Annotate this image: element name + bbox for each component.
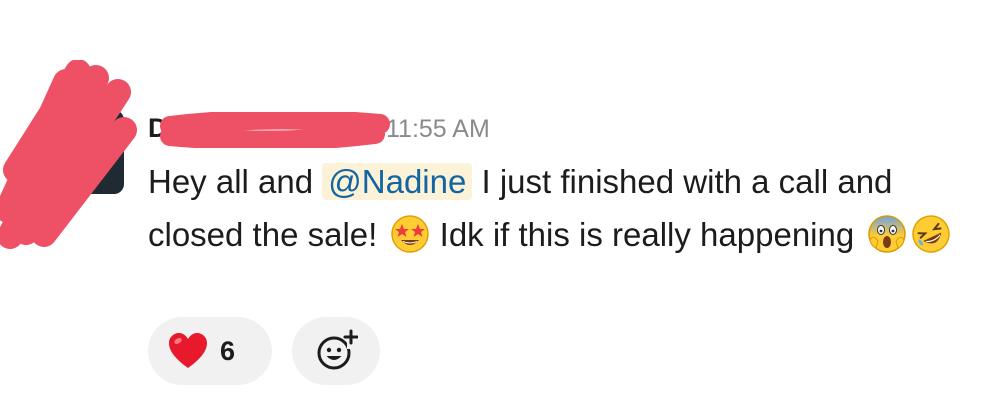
reaction-count: 6 <box>220 335 236 366</box>
add-reaction-button[interactable] <box>292 317 380 385</box>
message-text: Idk if this is really happening <box>430 216 864 253</box>
user-mention[interactable]: @Nadine <box>322 163 473 200</box>
message-timestamp[interactable]: 11:55 AM <box>386 115 490 144</box>
face-screaming-in-fear-icon <box>868 215 907 253</box>
heart-icon <box>169 333 207 368</box>
redaction-mark <box>0 60 137 249</box>
redaction-mark <box>160 112 390 148</box>
reaction-heart[interactable]: 6 <box>148 317 272 385</box>
rolling-on-the-floor-laughing-icon <box>912 215 951 253</box>
star-struck-icon <box>391 215 430 253</box>
message-body: Hey all and @Nadine I just finished with… <box>148 155 978 261</box>
reactions-bar: 6 <box>148 317 380 385</box>
message-text: Hey all and <box>148 163 323 200</box>
message-view: Dlie 11:55 AM Hey all and @Nadine I just… <box>0 0 1005 402</box>
add-reaction-icon <box>317 329 358 370</box>
